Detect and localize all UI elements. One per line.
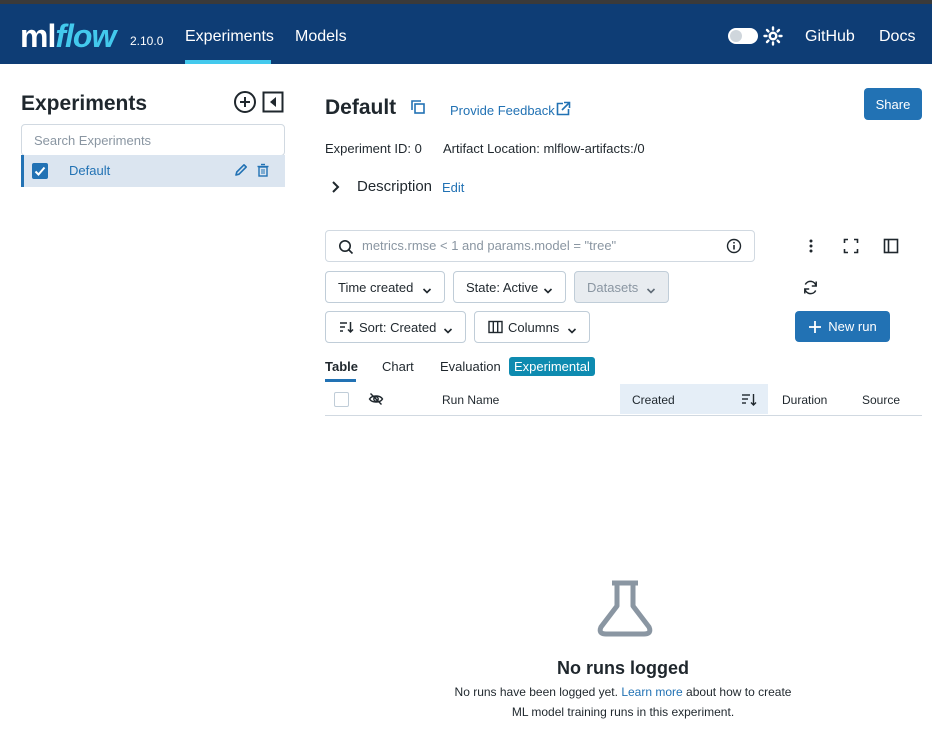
runs-table-header: Run Name Created Duration Source <box>325 383 922 416</box>
logo-flow-text: flow <box>55 18 116 54</box>
run-search-box[interactable] <box>325 230 755 262</box>
chevron-down-icon <box>422 283 432 298</box>
version-label: 2.10.0 <box>130 34 164 48</box>
copy-icon[interactable] <box>410 99 426 115</box>
experiment-name: Default <box>69 163 111 178</box>
fullscreen-icon[interactable] <box>843 238 859 254</box>
artifact-location: Artifact Location: mlflow-artifacts:/0 <box>443 141 645 156</box>
tab-evaluation[interactable]: Evaluation <box>440 359 501 374</box>
active-tab-indicator <box>325 379 356 382</box>
side-panel-icon[interactable] <box>883 238 899 254</box>
description-edit-link[interactable]: Edit <box>442 180 464 195</box>
columns-label: Columns <box>508 319 560 335</box>
sort-icon <box>339 320 354 334</box>
time-created-dropdown[interactable]: Time created <box>325 271 445 303</box>
search-experiments-input[interactable] <box>34 132 272 148</box>
empty-state-title-text: No runs logged <box>557 658 689 678</box>
new-run-button[interactable]: New run <box>795 311 890 342</box>
external-link-icon[interactable] <box>555 101 571 117</box>
more-options-icon[interactable] <box>803 238 819 254</box>
new-run-label: New run <box>828 319 877 334</box>
run-search-input[interactable] <box>362 238 722 253</box>
chevron-down-icon <box>646 283 656 298</box>
edit-pencil-icon[interactable] <box>233 162 249 178</box>
nav-active-indicator <box>185 60 271 64</box>
time-created-label: Time created <box>338 279 414 295</box>
collapse-sidebar-icon[interactable] <box>262 91 284 113</box>
column-created[interactable]: Created <box>632 393 675 407</box>
nav-models[interactable]: Models <box>295 28 347 46</box>
logo-ml-text: ml <box>20 18 56 54</box>
chevron-down-icon <box>443 323 453 338</box>
chevron-down-icon <box>543 283 553 298</box>
datasets-dropdown[interactable]: Datasets <box>574 271 669 303</box>
empty-text-before: No runs have been logged yet. <box>454 685 618 699</box>
chevron-down-icon <box>567 323 577 338</box>
search-experiments-box[interactable] <box>21 124 285 156</box>
sort-dropdown[interactable]: Sort: Created <box>325 311 466 343</box>
mlflow-logo[interactable]: ml flow <box>20 18 116 54</box>
sidebar-title: Experiments <box>21 92 148 115</box>
chevron-right-icon[interactable] <box>330 180 342 197</box>
top-navigation-bar: ml flow 2.10.0 Experiments Models GitHub… <box>0 4 932 64</box>
toggle-knob <box>730 30 742 42</box>
experimental-badge: Experimental <box>509 357 595 376</box>
visibility-off-icon[interactable] <box>368 391 384 407</box>
tab-table[interactable]: Table <box>325 359 358 374</box>
columns-icon <box>488 320 503 334</box>
flask-icon <box>596 580 654 641</box>
trash-icon[interactable] <box>256 163 270 177</box>
empty-state-text: No runs have been logged yet. Learn more… <box>448 682 798 722</box>
add-experiment-icon[interactable] <box>233 90 257 114</box>
learn-more-link[interactable]: Learn more <box>621 685 682 699</box>
empty-state-title: No runs logged <box>0 658 932 679</box>
tab-chart[interactable]: Chart <box>382 359 414 374</box>
nav-experiments[interactable]: Experiments <box>185 28 274 46</box>
column-duration[interactable]: Duration <box>782 393 827 407</box>
page-title: Default <box>325 96 397 119</box>
info-icon[interactable] <box>726 238 742 254</box>
select-all-checkbox[interactable] <box>334 392 349 407</box>
search-icon <box>338 239 354 255</box>
datasets-label: Datasets <box>587 279 639 295</box>
columns-dropdown[interactable]: Columns <box>474 311 590 343</box>
column-source[interactable]: Source <box>862 393 900 407</box>
sun-icon[interactable] <box>763 26 783 49</box>
sort-label: Sort: Created <box>359 319 437 335</box>
refresh-icon[interactable] <box>802 279 819 296</box>
sort-descending-icon[interactable] <box>741 392 757 407</box>
experiment-id: Experiment ID: 0 <box>325 141 422 156</box>
plus-icon <box>808 320 822 334</box>
dark-mode-toggle[interactable] <box>728 28 758 44</box>
nav-docs[interactable]: Docs <box>879 28 915 46</box>
description-toggle[interactable]: Description <box>357 178 432 195</box>
nav-github[interactable]: GitHub <box>805 28 855 46</box>
state-label: State: Active <box>466 279 539 295</box>
share-button[interactable]: Share <box>864 88 922 120</box>
column-run-name[interactable]: Run Name <box>442 393 499 407</box>
provide-feedback-link[interactable]: Provide Feedback <box>450 103 555 118</box>
experiment-checkbox[interactable] <box>32 163 48 179</box>
experiment-list-item[interactable]: Default <box>21 155 285 187</box>
state-dropdown[interactable]: State: Active <box>453 271 566 303</box>
